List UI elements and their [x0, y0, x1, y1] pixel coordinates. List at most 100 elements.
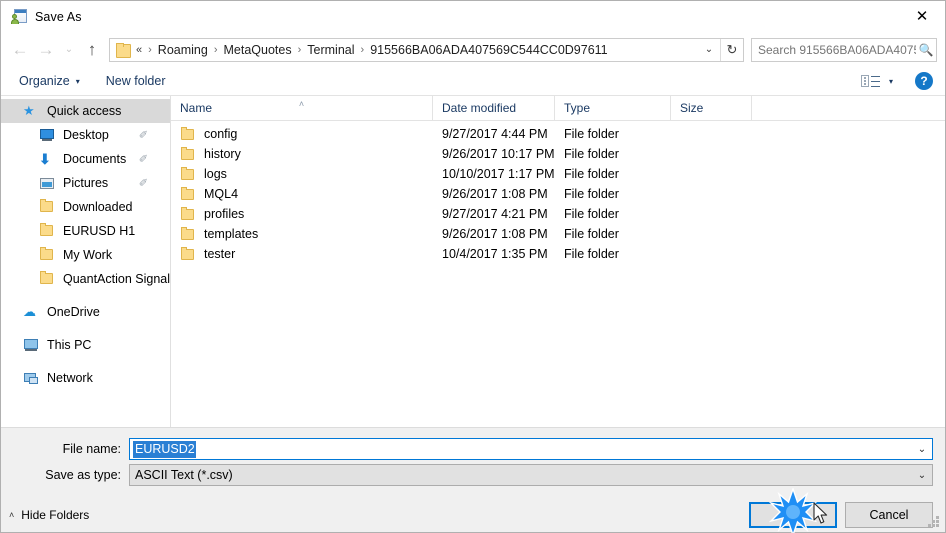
help-icon[interactable]: ?: [915, 72, 933, 90]
window-title: Save As: [35, 9, 82, 24]
save-as-type-label: Save as type:: [45, 468, 121, 482]
sort-ascending-icon: ˄: [298, 98, 305, 109]
save-button[interactable]: Save: [749, 502, 837, 528]
dialog-footer: File name: EURUSD2 ⌄ Save as type: ASCII…: [1, 427, 945, 532]
table-row[interactable]: MQL4 9/26/2017 1:08 PM File folder: [171, 184, 945, 204]
sidebar-item-label: Network: [47, 371, 93, 385]
title-bar: Save As ✕: [1, 1, 945, 32]
sidebar-item-quick-access[interactable]: ★ Quick access: [1, 99, 170, 123]
organize-menu[interactable]: Organize ▾: [19, 74, 80, 88]
breadcrumb-overflow[interactable]: «: [136, 44, 144, 56]
navigation-sidebar: ★ Quick access Desktop ✐ ⬇ Documents ✐ P…: [1, 96, 171, 427]
chevron-down-icon[interactable]: ⌄: [912, 470, 932, 481]
breadcrumb-item-terminal[interactable]: Terminal: [305, 43, 356, 57]
sidebar-item-label: My Work: [63, 248, 113, 262]
breadcrumb-item-roaming[interactable]: Roaming: [156, 43, 210, 57]
cloud-icon: ☁: [23, 304, 36, 319]
file-name-input[interactable]: EURUSD2 ⌄: [129, 438, 933, 460]
table-row[interactable]: config 9/27/2017 4:44 PM File folder: [171, 124, 945, 144]
chevron-down-icon[interactable]: ⌄: [698, 44, 720, 55]
sidebar-item-downloaded[interactable]: Downloaded: [1, 195, 170, 219]
file-name: config: [204, 127, 238, 141]
hide-folders-button[interactable]: ˄ Hide Folders: [9, 508, 89, 522]
sidebar-item-label: This PC: [47, 338, 92, 352]
column-header-date-modified[interactable]: Date modified: [433, 95, 555, 121]
breadcrumb-item-metaquotes[interactable]: MetaQuotes: [222, 43, 294, 57]
forward-button[interactable]: →: [33, 37, 59, 63]
table-row[interactable]: profiles 9/27/2017 4:21 PM File folder: [171, 204, 945, 224]
sidebar-item-my-work[interactable]: My Work: [1, 243, 170, 267]
file-type: File folder: [564, 167, 619, 181]
cancel-button[interactable]: Cancel: [845, 502, 933, 528]
sidebar-item-quantaction-signal[interactable]: QuantAction Signal: [1, 267, 170, 291]
search-input[interactable]: [752, 42, 916, 57]
file-type: File folder: [564, 147, 619, 161]
sidebar-item-documents[interactable]: ⬇ Documents ✐: [1, 147, 170, 171]
refresh-icon[interactable]: ↻: [720, 38, 743, 61]
file-date: 9/27/2017 4:21 PM: [442, 207, 548, 221]
file-date: 9/26/2017 10:17 PM: [442, 147, 555, 161]
file-name-value: EURUSD2: [133, 440, 196, 458]
sidebar-item-this-pc[interactable]: This PC: [1, 333, 170, 357]
address-bar[interactable]: « › Roaming › MetaQuotes › Terminal › 91…: [109, 37, 744, 62]
folder-icon: [180, 187, 196, 201]
file-name-cell: templates: [171, 227, 433, 241]
chevron-right-icon: ›: [360, 43, 365, 56]
folder-icon: [180, 227, 196, 241]
column-headers: ˄ Name Date modified Type Size: [171, 95, 945, 121]
folder-icon: [180, 207, 196, 221]
search-box[interactable]: 🔍: [751, 37, 937, 62]
folder-icon: [180, 247, 196, 261]
search-icon: 🔍: [918, 42, 934, 57]
breadcrumb-item-guid[interactable]: 915566BA06ADA407569C544CC0D97611: [368, 43, 609, 57]
file-type: File folder: [564, 227, 619, 241]
up-button[interactable]: ↑: [79, 37, 105, 63]
file-date: 9/26/2017 1:08 PM: [442, 227, 548, 241]
file-name-label: File name:: [62, 442, 121, 456]
table-row[interactable]: templates 9/26/2017 1:08 PM File folder: [171, 224, 945, 244]
table-row[interactable]: history 9/26/2017 10:17 PM File folder: [171, 144, 945, 164]
chevron-down-icon[interactable]: ▾: [889, 77, 893, 86]
column-header-name[interactable]: ˄ Name: [171, 95, 433, 121]
column-header-type[interactable]: Type: [555, 95, 671, 121]
sidebar-item-pictures[interactable]: Pictures ✐: [1, 171, 170, 195]
file-name-cell: logs: [171, 167, 433, 181]
sidebar-item-network[interactable]: Network: [1, 366, 170, 390]
file-name-cell: tester: [171, 247, 433, 261]
pin-icon[interactable]: ✐: [139, 129, 148, 142]
column-header-label: Name: [180, 100, 213, 115]
chevron-down-icon[interactable]: ⌄: [912, 444, 932, 455]
sidebar-item-label: OneDrive: [47, 305, 100, 319]
back-button[interactable]: ←: [7, 37, 33, 63]
file-name-cell: config: [171, 127, 433, 141]
sidebar-item-label: QuantAction Signal: [63, 272, 171, 286]
folder-icon: [180, 127, 196, 141]
resize-grip[interactable]: [928, 516, 941, 529]
file-name: logs: [204, 167, 227, 181]
sidebar-item-eurusd-h1[interactable]: EURUSD H1: [1, 219, 170, 243]
save-as-type-select[interactable]: ASCII Text (*.csv) ⌄: [129, 464, 933, 486]
file-type: File folder: [564, 207, 619, 221]
sidebar-item-onedrive[interactable]: ☁ OneDrive: [1, 300, 170, 324]
table-row[interactable]: tester 10/4/2017 1:35 PM File folder: [171, 244, 945, 264]
file-date: 9/27/2017 4:44 PM: [442, 127, 548, 141]
folder-icon: [180, 147, 196, 161]
network-icon: [23, 370, 41, 386]
file-date: 9/26/2017 1:08 PM: [442, 187, 548, 201]
pin-icon[interactable]: ✐: [139, 153, 148, 166]
sidebar-item-desktop[interactable]: Desktop ✐: [1, 123, 170, 147]
chevron-down-icon: ▾: [75, 76, 80, 86]
sidebar-item-label: Pictures: [63, 176, 109, 190]
chevron-right-icon: ›: [297, 43, 302, 56]
file-type: File folder: [564, 247, 619, 261]
recent-locations-icon[interactable]: ⌄: [59, 37, 79, 63]
column-header-size[interactable]: Size: [671, 95, 752, 121]
new-folder-button[interactable]: New folder: [106, 74, 166, 88]
pin-icon[interactable]: ✐: [139, 177, 148, 190]
chevron-up-icon: ˄: [9, 510, 15, 520]
table-row[interactable]: logs 10/10/2017 1:17 PM File folder: [171, 164, 945, 184]
close-button[interactable]: ✕: [899, 1, 945, 32]
breadcrumb: « › Roaming › MetaQuotes › Terminal › 91…: [136, 43, 698, 57]
pictures-icon: [39, 175, 57, 191]
view-layout-icon[interactable]: [858, 72, 884, 90]
